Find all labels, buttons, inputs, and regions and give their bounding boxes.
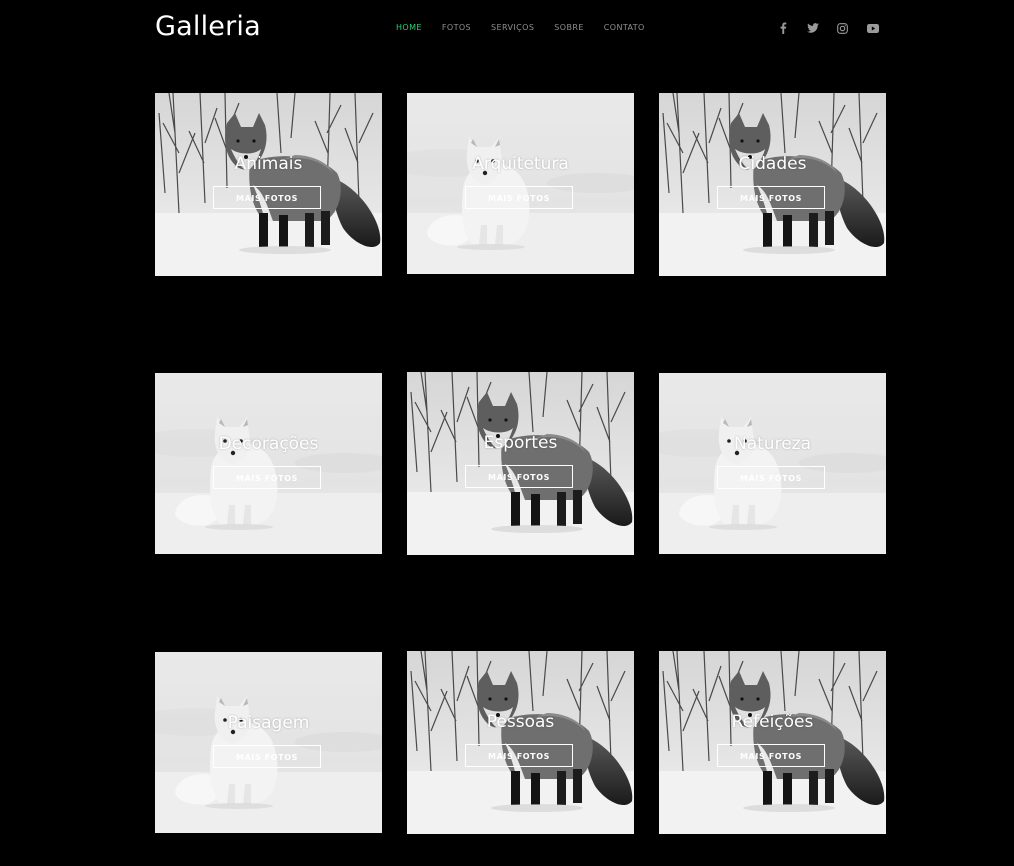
gray-fox-photo	[659, 93, 886, 276]
more-photos-button[interactable]: MAIS FOTOS	[717, 186, 825, 209]
gray-fox-photo	[659, 651, 886, 834]
white-fox-photo	[659, 373, 886, 554]
gallery-card-pessoas[interactable]: Pessoas MAIS FOTOS	[407, 651, 634, 834]
more-photos-button[interactable]: MAIS FOTOS	[465, 465, 573, 488]
gallery-card-arquitetura[interactable]: Arquitetura MAIS FOTOS	[407, 93, 634, 274]
twitter-icon[interactable]	[804, 20, 821, 36]
nav-sobre[interactable]: SOBRE	[554, 22, 583, 34]
gallery-card-natureza[interactable]: Natureza MAIS FOTOS	[659, 373, 886, 554]
nav-contato[interactable]: CONTATO	[604, 22, 645, 34]
gallery-card-esportes[interactable]: Esportes MAIS FOTOS	[407, 372, 634, 555]
card-title: Paisagem	[227, 713, 310, 733]
social-links	[774, 20, 881, 36]
instagram-icon[interactable]	[834, 20, 851, 36]
more-photos-button[interactable]: MAIS FOTOS	[213, 186, 321, 209]
card-title: Esportes	[483, 433, 558, 453]
nav-fotos[interactable]: FOTOS	[442, 22, 471, 34]
card-title: Cidades	[738, 154, 807, 174]
more-photos-button[interactable]: MAIS FOTOS	[213, 466, 321, 489]
nav-home[interactable]: HOME	[396, 22, 422, 34]
card-title: Decorações	[218, 434, 319, 454]
main-nav: HOME FOTOS SERVIÇOS SOBRE CONTATO	[396, 22, 645, 34]
nav-servicos[interactable]: SERVIÇOS	[491, 22, 534, 34]
gallery-card-refeicoes[interactable]: Refeições MAIS FOTOS	[659, 651, 886, 834]
gray-fox-photo	[155, 93, 382, 276]
gallery-card-animais[interactable]: Animais MAIS FOTOS	[155, 93, 382, 276]
site-logo[interactable]: Galleria	[155, 8, 261, 46]
gallery-card-cidades[interactable]: Cidades MAIS FOTOS	[659, 93, 886, 276]
facebook-icon[interactable]	[774, 20, 791, 36]
more-photos-button[interactable]: MAIS FOTOS	[465, 186, 573, 209]
white-fox-photo	[155, 652, 382, 833]
card-title: Refeições	[731, 712, 814, 732]
gallery-card-decoracoes[interactable]: Decorações MAIS FOTOS	[155, 373, 382, 554]
gray-fox-photo	[407, 651, 634, 834]
youtube-icon[interactable]	[864, 20, 881, 36]
more-photos-button[interactable]: MAIS FOTOS	[717, 744, 825, 767]
gallery-card-paisagem[interactable]: Paisagem MAIS FOTOS	[155, 652, 382, 833]
more-photos-button[interactable]: MAIS FOTOS	[213, 745, 321, 768]
more-photos-button[interactable]: MAIS FOTOS	[465, 744, 573, 767]
white-fox-photo	[407, 93, 634, 274]
card-title: Arquitetura	[472, 154, 569, 174]
gray-fox-photo	[407, 372, 634, 555]
card-title: Animais	[234, 154, 303, 174]
card-title: Pessoas	[486, 712, 555, 732]
page: Galleria HOME FOTOS SERVIÇOS SOBRE CONTA…	[0, 0, 1014, 866]
more-photos-button[interactable]: MAIS FOTOS	[717, 466, 825, 489]
card-title: Natureza	[734, 434, 811, 454]
white-fox-photo	[155, 373, 382, 554]
